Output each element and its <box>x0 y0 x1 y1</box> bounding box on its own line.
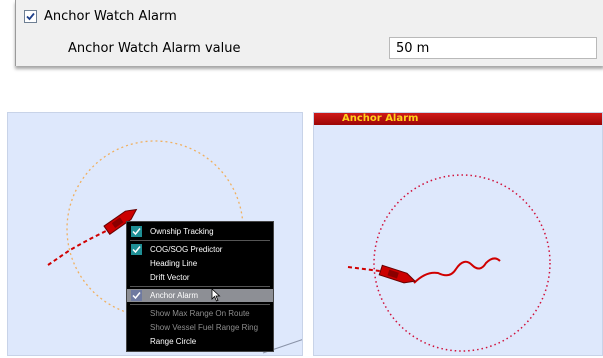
chart-view-normal[interactable]: Ownship Tracking COG/SOG Predictor Headi… <box>7 112 303 356</box>
anchor-watch-settings-panel: Anchor Watch Alarm Anchor Watch Alarm va… <box>15 0 603 66</box>
menu-item-show-vessel-fuel-range-ring: Show Vessel Fuel Range Ring <box>150 323 259 332</box>
menu-item-cog-sog-predictor[interactable]: COG/SOG Predictor <box>127 243 273 256</box>
checkmark-icon <box>131 226 142 237</box>
chart-view-anchor-alarm[interactable]: Anchor Alarm <box>313 112 603 356</box>
anchor-watch-alarm-value-label: Anchor Watch Alarm value <box>68 41 241 56</box>
chart-context-menu: Ownship Tracking COG/SOG Predictor Headi… <box>126 221 274 352</box>
anchor-watch-alarm-label: Anchor Watch Alarm <box>44 9 177 24</box>
drift-track-line <box>413 257 501 284</box>
anchor-watch-alarm-checkbox[interactable] <box>24 10 37 23</box>
menu-item-show-max-range-on-route: Show Max Range On Route <box>150 309 250 318</box>
track-line <box>47 230 107 266</box>
checkmark-icon <box>131 290 142 301</box>
vessel-icon <box>378 264 417 284</box>
checkmark-icon <box>131 244 142 255</box>
menu-separator <box>130 304 270 305</box>
track-line <box>347 266 381 272</box>
menu-separator <box>130 240 270 241</box>
checkmark-icon <box>26 12 35 21</box>
chart-canvas <box>347 174 551 352</box>
mouse-cursor-icon <box>211 288 221 302</box>
menu-item-range-circle[interactable]: Range Circle <box>127 335 273 348</box>
menu-item-anchor-alarm[interactable]: Anchor Alarm <box>127 288 273 302</box>
anchor-watch-alarm-row[interactable]: Anchor Watch Alarm <box>24 9 177 24</box>
anchor-watch-alarm-value-input[interactable] <box>389 37 597 59</box>
menu-item-heading-line[interactable]: Heading Line <box>127 257 273 270</box>
menu-separator <box>130 286 270 287</box>
menu-item-ownship-tracking[interactable]: Ownship Tracking <box>127 225 273 238</box>
menu-item-drift-vector[interactable]: Drift Vector <box>127 271 273 284</box>
